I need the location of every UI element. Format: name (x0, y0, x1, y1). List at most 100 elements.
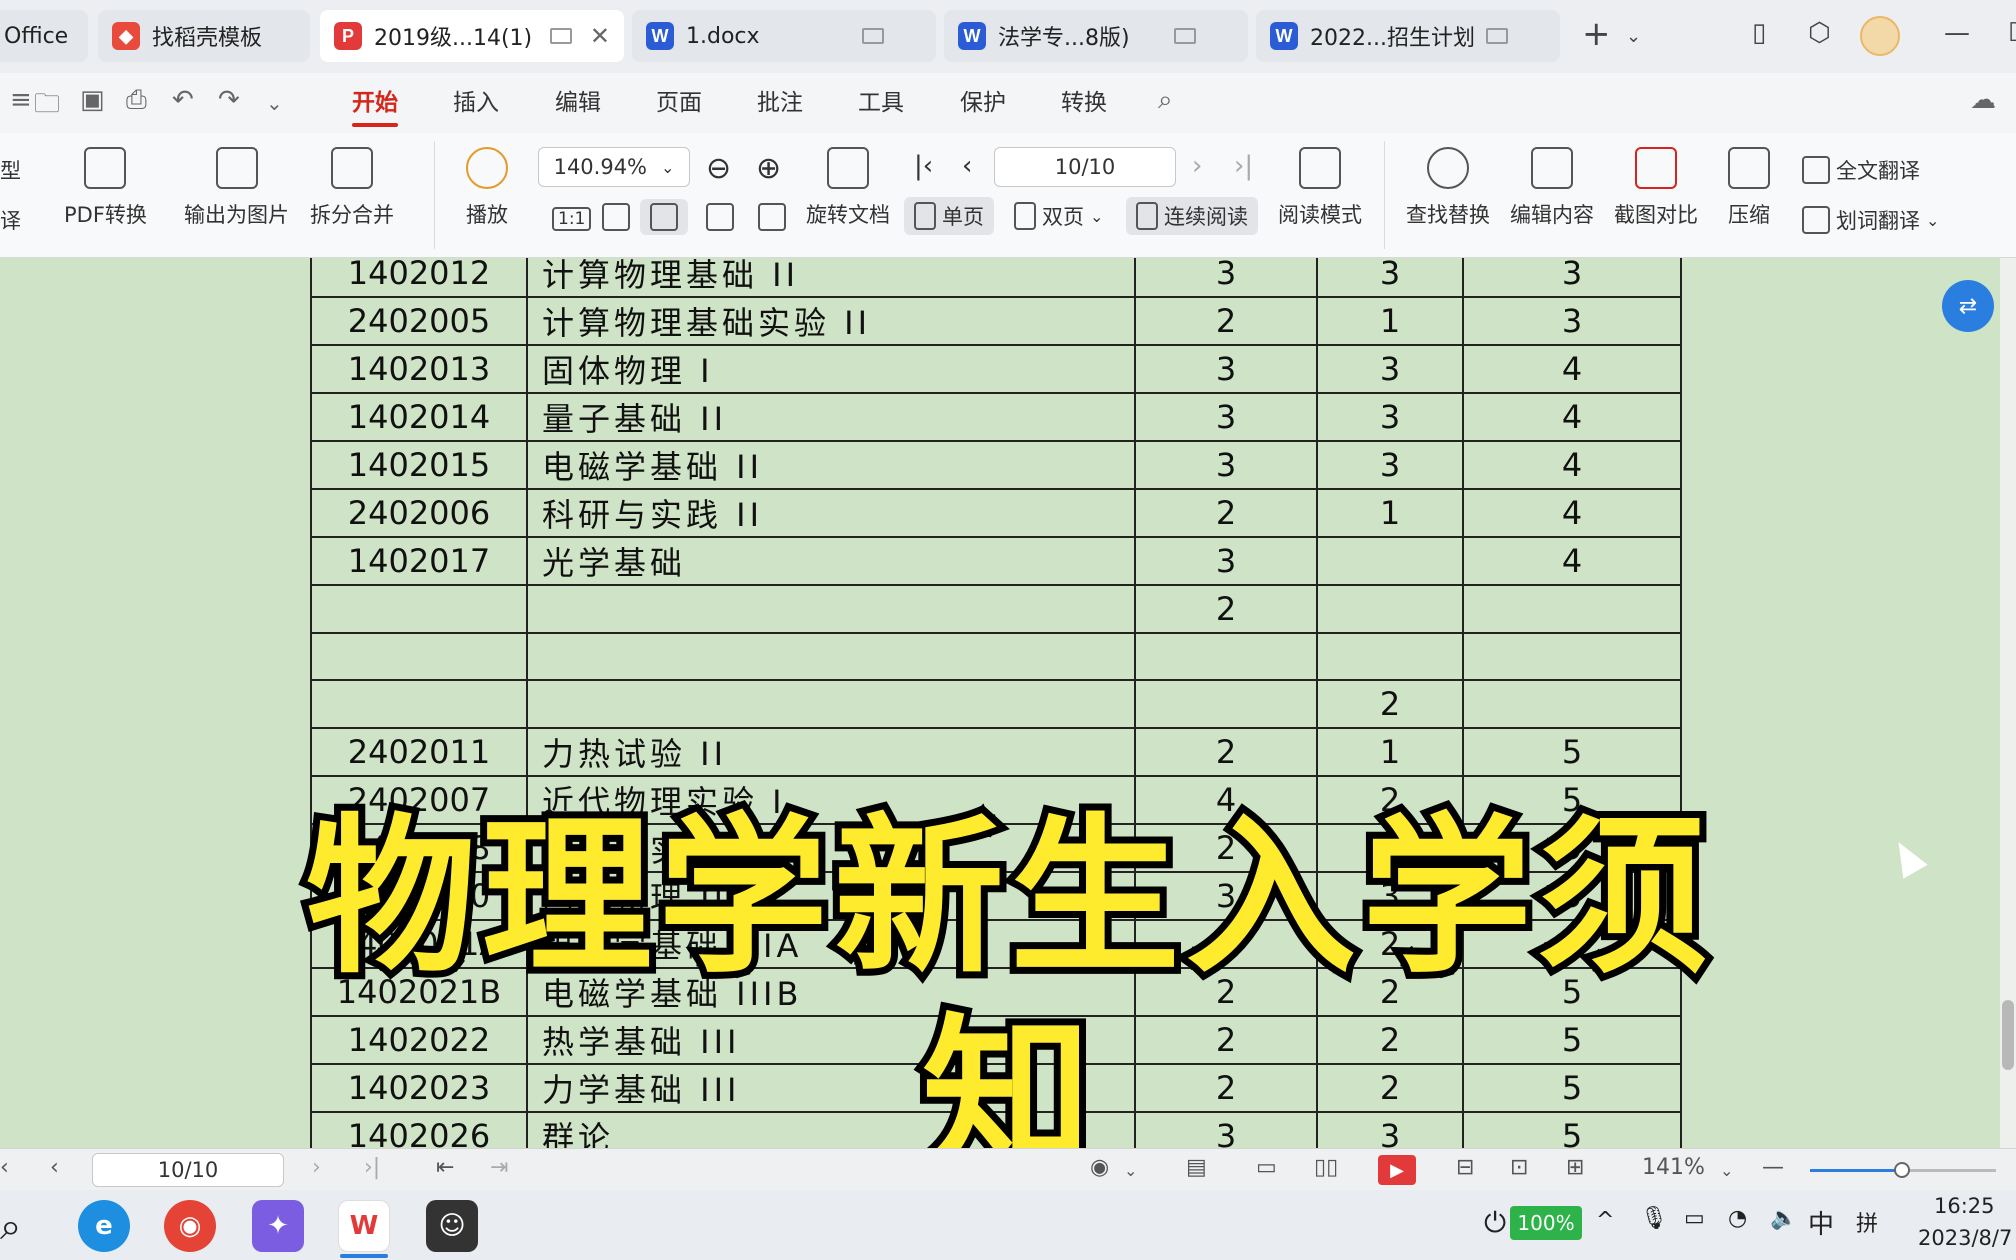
menu-home[interactable]: 开始 (352, 83, 398, 127)
maximize-icon[interactable]: ☐ (2008, 18, 2016, 48)
previous-page-icon[interactable]: ‹ (962, 151, 972, 181)
copilot-icon[interactable]: ✦ (252, 1200, 304, 1252)
search-icon[interactable]: ⌕ (0, 1204, 21, 1249)
ime-language[interactable]: 中 (1808, 1204, 1834, 1241)
play-button[interactable]: 播放 (466, 147, 508, 229)
menu-convert[interactable]: 转换 (1061, 83, 1107, 117)
battery-badge[interactable]: 100% (1510, 1206, 1582, 1240)
zoom-out-icon[interactable]: ⊖ (706, 151, 731, 186)
document-view[interactable]: 1402012 计算物理基础 II 3 3 3 2402005 计算物理基础实验 II 2 1 3… (0, 258, 2000, 1148)
monitor-icon[interactable] (550, 28, 572, 44)
tab-docer-templates[interactable]: ◆ 找稻壳模板 (98, 10, 310, 62)
cube-icon[interactable]: ⬡ (1808, 18, 1831, 48)
full-translate-button[interactable]: 全文翻译 (1802, 155, 1920, 185)
tab-docx-admission[interactable]: W 2022...招生计划 (1256, 10, 1560, 62)
actual-size-icon[interactable]: 1:1 (552, 207, 592, 231)
menu-page[interactable]: 页面 (656, 83, 702, 117)
fit-width-icon[interactable] (640, 199, 688, 235)
fit-page-icon[interactable]: ⊡ (1510, 1155, 1528, 1180)
tab-office[interactable]: Office (0, 10, 88, 62)
status-zoom-value[interactable]: 141% (1642, 1155, 1705, 1180)
game-app-icon[interactable]: ☺ (426, 1200, 478, 1252)
double-page-button[interactable]: 双页 ⌄ (1014, 201, 1103, 231)
tab-pdf-document[interactable]: P 2019级...14(1) ✕ (320, 10, 624, 62)
play-slideshow-icon[interactable]: ▶ (1378, 1155, 1416, 1185)
save-icon[interactable]: ▣ (80, 85, 105, 115)
single-view-icon[interactable]: ▭ (1256, 1155, 1277, 1180)
close-icon[interactable]: ✕ (590, 22, 610, 50)
tab-docx-law[interactable]: W 法学专...8版) (944, 10, 1248, 62)
chevron-down-icon[interactable]: ⌄ (1124, 1161, 1137, 1180)
compress-button[interactable]: 压缩 (1728, 147, 1770, 229)
monitor-icon[interactable] (1174, 28, 1196, 44)
chevron-down-icon[interactable]: ⌄ (266, 91, 283, 115)
open-folder-icon[interactable]: 🗀 (34, 85, 60, 129)
eye-icon[interactable]: ◉ (1090, 1155, 1109, 1180)
word-translate-button[interactable]: 划词翻译 ⌄ (1802, 205, 1939, 235)
ime-mode[interactable]: 拼 (1856, 1206, 1878, 1238)
last-page-icon[interactable]: ›| (1234, 151, 1253, 181)
pdf-convert-button[interactable]: PDF转换 (64, 147, 147, 229)
zoom-select[interactable]: 140.94% ⌄ (538, 147, 690, 187)
previous-page-icon[interactable]: ‹ (50, 1155, 59, 1180)
double-view-icon[interactable]: ▯▯ (1314, 1155, 1338, 1180)
edit-content-button[interactable]: 编辑内容 (1510, 147, 1594, 229)
fit-page-icon[interactable] (602, 203, 630, 231)
rotate-left-icon[interactable] (706, 203, 734, 231)
continuous-reading-button[interactable]: 连续阅读 (1126, 197, 1258, 235)
wifi-icon[interactable]: ◔ (1728, 1206, 1747, 1231)
menu-tools[interactable]: 工具 (858, 83, 904, 117)
print-icon[interactable]: ⎙ (126, 85, 147, 116)
float-action-button[interactable]: ⇄ (1942, 280, 1994, 332)
zoom-out-icon[interactable]: — (1762, 1155, 1784, 1180)
zoom-slider-handle[interactable] (1894, 1162, 1910, 1178)
last-page-icon[interactable]: ›| (364, 1155, 380, 1180)
reading-mode-button[interactable]: 阅读模式 (1278, 147, 1362, 229)
chrome-icon[interactable]: ◉ (164, 1200, 216, 1252)
next-page-icon[interactable]: › (312, 1155, 321, 1180)
new-tab-plus-icon[interactable]: + (1582, 14, 1611, 54)
speaker-icon[interactable]: 🔈 (1770, 1206, 1797, 1231)
monitor-icon[interactable] (1486, 28, 1508, 44)
scroll-left-icon[interactable]: ‹ (0, 1155, 9, 1180)
minimize-icon[interactable]: — (1944, 18, 1970, 48)
edge-icon[interactable]: e (78, 1200, 130, 1252)
zoom-slider[interactable] (1810, 1162, 1996, 1178)
next-page-icon[interactable]: › (1192, 151, 1202, 181)
menu-insert[interactable]: 插入 (453, 83, 499, 117)
avatar[interactable] (1860, 16, 1900, 56)
single-page-button[interactable]: 单页 (904, 197, 994, 235)
wps-icon[interactable]: W (338, 1200, 390, 1252)
back-view-icon[interactable]: ⇤ (436, 1155, 454, 1180)
zoom-in-icon[interactable]: ⊕ (756, 151, 781, 186)
cloud-icon[interactable]: ☁ (1970, 85, 1996, 115)
continuous-view-icon[interactable]: ▤ (1186, 1155, 1207, 1180)
chevron-up-icon[interactable]: ^ (1596, 1208, 1614, 1233)
fit-width-icon[interactable]: ⊟ (1456, 1155, 1474, 1180)
menu-protect[interactable]: 保护 (960, 83, 1006, 117)
clock-time[interactable]: 16:25 (1934, 1194, 1995, 1218)
tab-docx-1[interactable]: W 1.docx (632, 10, 936, 62)
find-replace-button[interactable]: 查找替换 (1406, 147, 1490, 229)
split-merge-button[interactable]: 拆分合并 (310, 147, 394, 229)
ribbon-cut-item-top[interactable]: 型 (0, 155, 21, 185)
menu-edit[interactable]: 编辑 (555, 83, 601, 117)
screenshot-compare-button[interactable]: 截图对比 (1614, 147, 1698, 229)
undo-icon[interactable]: ↶ (172, 85, 194, 115)
rotate-document-button[interactable]: 旋转文档 (806, 147, 890, 229)
menu-hamburger-icon[interactable]: ≡ (10, 85, 32, 115)
ribbon-cut-item-bottom[interactable]: 译 (0, 205, 21, 235)
status-page-input[interactable]: 10/10 (92, 1153, 284, 1187)
chevron-down-icon[interactable]: ⌄ (1626, 26, 1641, 47)
forward-view-icon[interactable]: ⇥ (490, 1155, 508, 1180)
scrollbar-thumb[interactable] (2002, 1000, 2014, 1070)
search-icon[interactable]: ⌕ (1158, 85, 1173, 116)
chevron-down-icon[interactable]: ⌄ (1720, 1161, 1733, 1180)
phone-icon[interactable]: ▯ (1752, 18, 1766, 48)
fit-screen-icon[interactable]: ⊞ (1566, 1155, 1584, 1180)
monitor-icon[interactable] (862, 28, 884, 44)
redo-icon[interactable]: ↷ (218, 85, 240, 115)
microphone-icon[interactable]: 🎙 (1640, 1206, 1668, 1231)
export-image-button[interactable]: 输出为图片 (184, 147, 289, 229)
power-plug-icon[interactable]: ⏻ (1484, 1206, 1506, 1240)
